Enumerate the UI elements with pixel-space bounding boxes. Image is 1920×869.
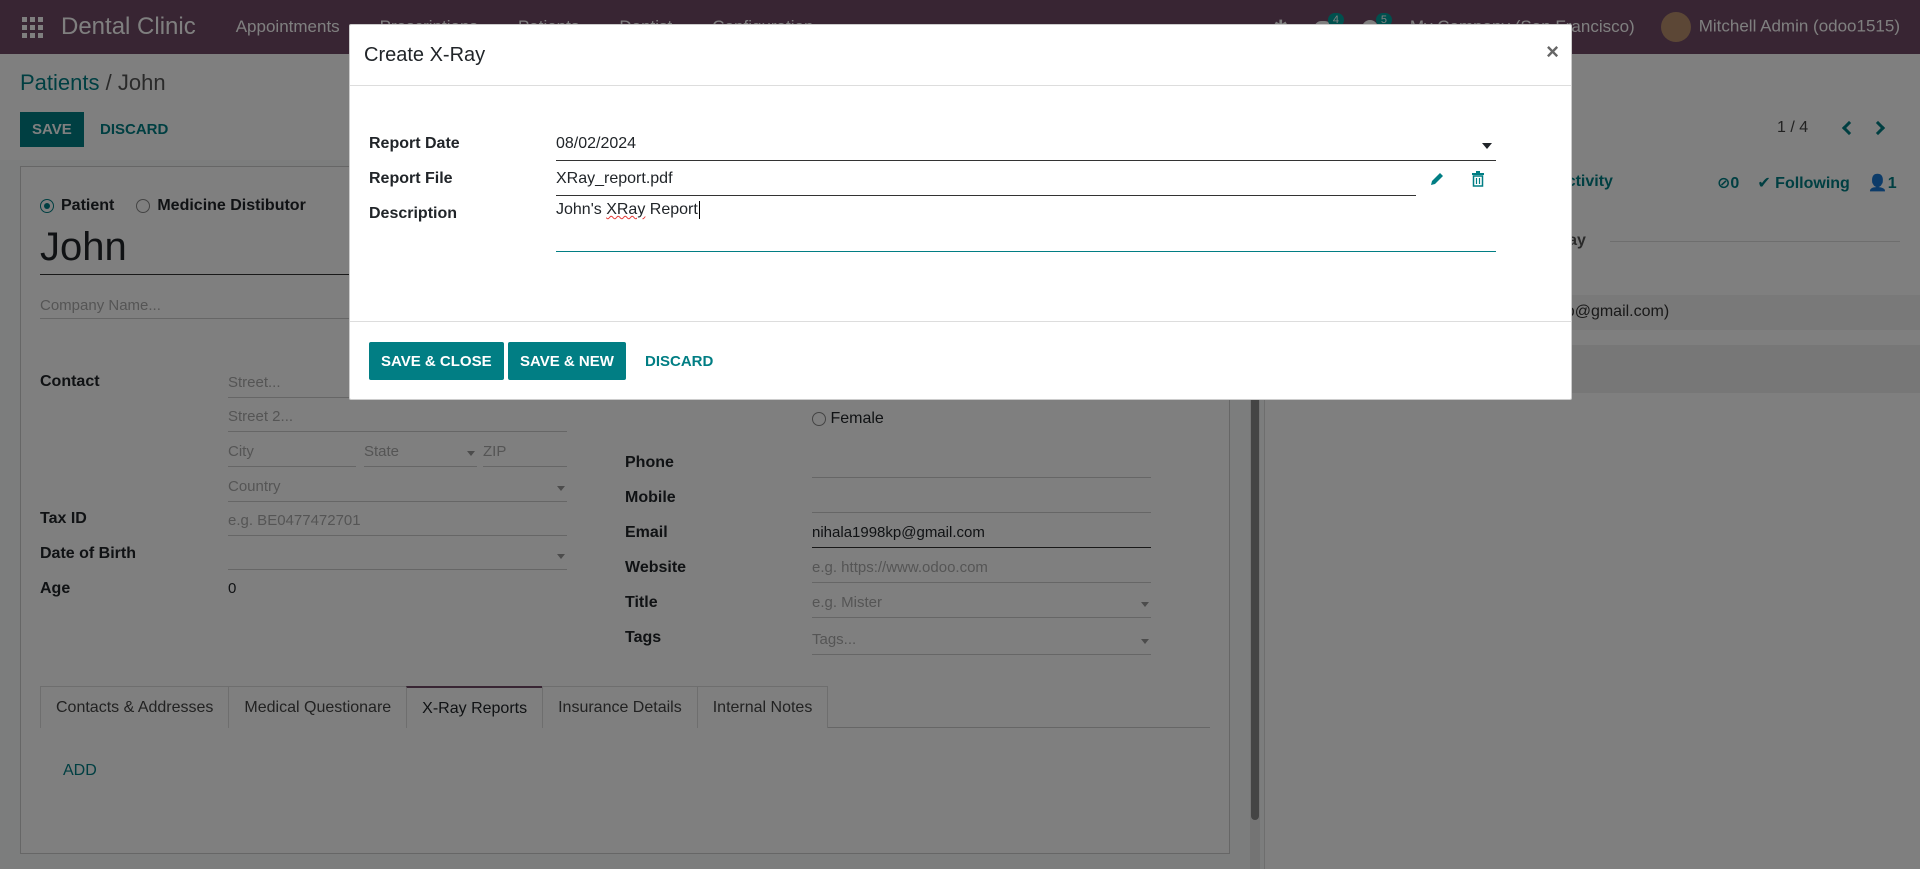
report-date-label: Report Date	[369, 135, 460, 152]
description-textarea[interactable]: John's XRay Report	[556, 201, 1496, 252]
edit-pencil-icon[interactable]	[1429, 171, 1445, 187]
divider	[350, 85, 1571, 86]
report-file-label: Report File	[369, 170, 453, 187]
create-xray-dialog: Create X-Ray × Report Date 08/02/2024 Re…	[349, 24, 1572, 400]
chevron-down-icon	[1482, 143, 1492, 149]
close-icon[interactable]: ×	[1546, 39, 1559, 65]
divider	[350, 321, 1571, 322]
report-date-input[interactable]: 08/02/2024	[556, 135, 1496, 161]
text-cursor	[698, 201, 700, 219]
misspelled-word: XRay	[606, 201, 646, 219]
dialog-title: Create X-Ray	[364, 44, 486, 66]
save-new-button[interactable]: SAVE & NEW	[508, 342, 626, 380]
report-file-field[interactable]: XRay_report.pdf	[556, 170, 1416, 196]
description-label: Description	[369, 205, 458, 222]
save-close-button[interactable]: SAVE & CLOSE	[369, 342, 504, 380]
dialog-discard-button[interactable]: DISCARD	[645, 342, 713, 380]
trash-icon[interactable]	[1471, 171, 1485, 187]
